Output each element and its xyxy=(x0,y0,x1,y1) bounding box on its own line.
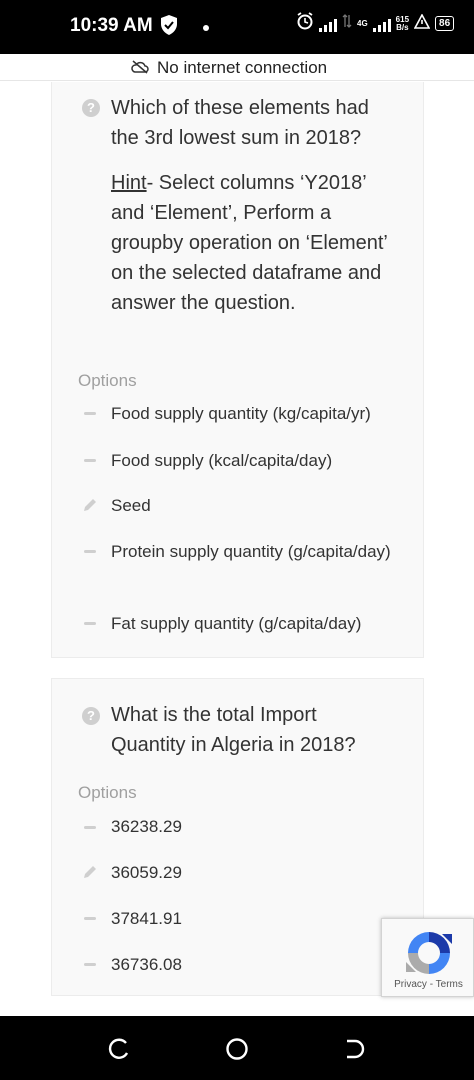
hint-text: - Select columns ‘Y2018’ and ‘Element’, … xyxy=(111,172,388,314)
pencil-icon xyxy=(82,497,98,518)
option-item[interactable]: Protein supply quantity (g/capita/day) xyxy=(111,539,411,564)
options-label: Options xyxy=(78,371,137,390)
option-item-selected[interactable]: Seed xyxy=(111,493,411,518)
shield-check-icon xyxy=(160,14,178,41)
option-unselected-icon xyxy=(84,412,96,415)
option-unselected-icon xyxy=(84,826,96,829)
offline-banner: No internet connection xyxy=(0,54,474,81)
question-text: Which of these elements had the 3rd lowe… xyxy=(111,97,369,149)
option-unselected-icon xyxy=(84,917,96,920)
hint: Hint- Select columns ‘Y2018’ and ‘Elemen… xyxy=(111,168,391,318)
recaptcha-badge[interactable]: Privacy - Terms xyxy=(381,918,474,997)
recent-apps-icon[interactable] xyxy=(106,1036,132,1062)
option-item[interactable]: 37841.91 xyxy=(111,906,411,931)
question-card-1: ? Which of these elements had the 3rd lo… xyxy=(51,82,424,658)
option-item[interactable]: Food supply quantity (kg/capita/yr) xyxy=(111,401,411,426)
option-item[interactable]: 36238.29 xyxy=(111,814,411,839)
option-unselected-icon xyxy=(84,459,96,462)
offline-banner-text: No internet connection xyxy=(157,58,328,77)
option-item-selected[interactable]: 36059.29 xyxy=(111,860,411,885)
net-speed: 615 B/s xyxy=(395,14,410,32)
cloud-off-icon xyxy=(131,60,149,79)
privacy-link[interactable]: Privacy xyxy=(394,979,427,990)
network-type: 4G xyxy=(357,18,368,28)
notification-dot-icon xyxy=(203,25,209,31)
option-unselected-icon xyxy=(84,963,96,966)
help-icon: ? xyxy=(82,99,100,117)
alarm-icon xyxy=(296,12,314,35)
option-item[interactable]: Fat supply quantity (g/capita/day) xyxy=(111,611,411,636)
help-icon: ? xyxy=(82,707,100,725)
option-item[interactable]: 36736.08 xyxy=(111,952,411,977)
terms-link[interactable]: Terms xyxy=(436,979,463,990)
status-bar: 10:39 AM 4G 615 B/s 86 xyxy=(0,0,474,54)
hint-label: Hint xyxy=(111,172,147,194)
back-icon[interactable] xyxy=(342,1036,368,1062)
navigation-bar xyxy=(0,1016,474,1080)
warning-icon xyxy=(413,12,431,34)
status-time: 10:39 AM xyxy=(70,15,153,36)
battery-level: 86 xyxy=(435,16,455,31)
pencil-icon xyxy=(82,864,98,885)
signal-2-icon xyxy=(372,16,391,32)
status-icons: 4G 615 B/s 86 xyxy=(296,12,455,35)
question-card-2: ? What is the total Import Quantity in A… xyxy=(51,678,424,996)
options-label: Options xyxy=(78,783,137,802)
recaptcha-links: Privacy - Terms xyxy=(382,979,474,990)
option-item[interactable]: Food supply (kcal/capita/day) xyxy=(111,448,411,473)
recaptcha-logo-icon xyxy=(404,928,454,983)
data-transfer-icon xyxy=(342,13,352,34)
option-unselected-icon xyxy=(84,622,96,625)
signal-1-icon xyxy=(319,16,337,32)
recaptcha-separator: - xyxy=(429,979,434,990)
option-unselected-icon xyxy=(84,550,96,553)
question-text: What is the total Import Quantity in Alg… xyxy=(111,704,356,756)
home-icon[interactable] xyxy=(224,1036,250,1062)
